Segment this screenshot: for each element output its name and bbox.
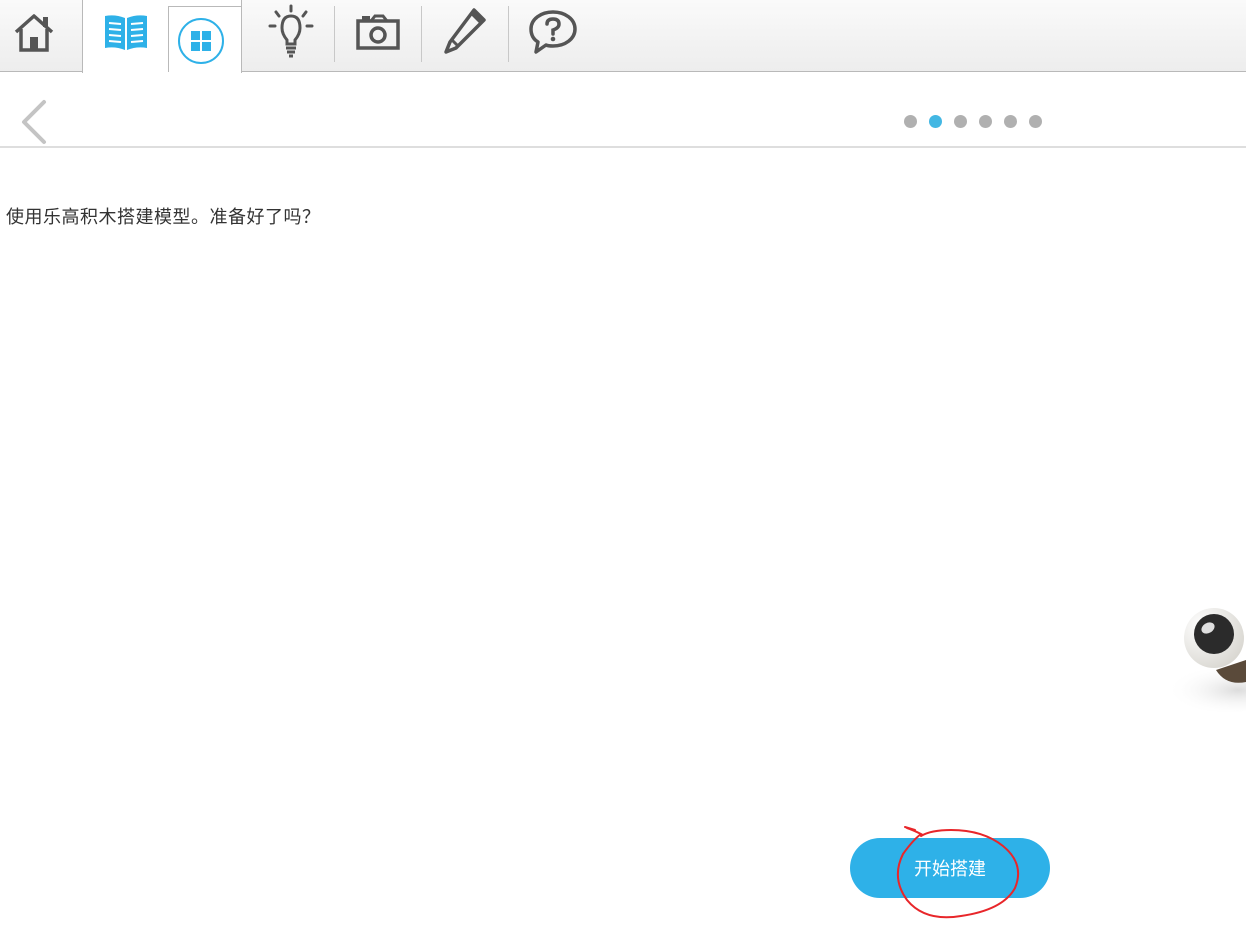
start-building-button[interactable]: 开始搭建	[850, 838, 1050, 898]
back-button[interactable]	[14, 98, 54, 146]
chevron-left-icon	[22, 100, 46, 144]
page-indicator	[904, 115, 1042, 128]
top-toolbar	[0, 0, 1246, 73]
ideas-button[interactable]	[262, 0, 320, 64]
page-dot-current[interactable]	[929, 115, 942, 128]
step-navigation	[0, 72, 1246, 148]
toolbar-separator	[421, 6, 422, 62]
page-dot[interactable]	[1029, 115, 1042, 128]
book-icon	[105, 15, 147, 50]
page-dot[interactable]	[979, 115, 992, 128]
grid-view-button[interactable]	[174, 14, 228, 68]
toolbar-separator	[508, 6, 509, 62]
robot-figure-image	[1156, 590, 1246, 720]
pencil-icon	[444, 8, 486, 54]
help-icon	[529, 10, 577, 54]
home-icon	[14, 14, 54, 52]
instructions-button[interactable]	[98, 0, 154, 64]
instruction-text: 使用乐高积木搭建模型。准备好了吗？	[6, 207, 321, 228]
page-dot[interactable]	[954, 115, 967, 128]
page-dot[interactable]	[904, 115, 917, 128]
home-button[interactable]	[6, 0, 62, 64]
page-dot[interactable]	[1004, 115, 1017, 128]
grid-icon	[178, 18, 224, 64]
lightbulb-icon	[268, 4, 314, 58]
camera-icon	[356, 14, 400, 50]
camera-button[interactable]	[350, 0, 406, 64]
document-button[interactable]	[436, 0, 492, 64]
help-button[interactable]	[524, 0, 582, 64]
toolbar-separator	[334, 6, 335, 62]
